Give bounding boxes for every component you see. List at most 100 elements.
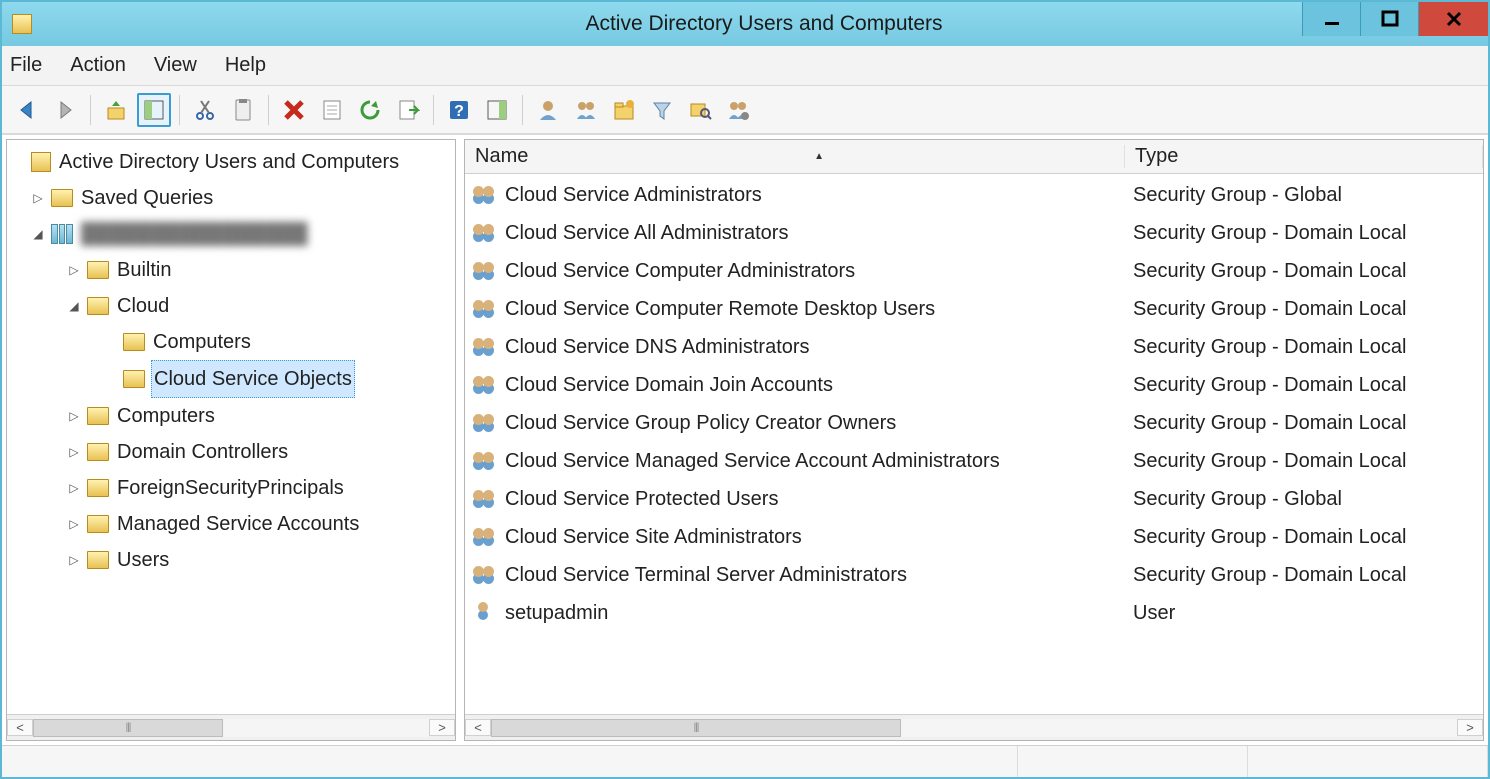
- tree-domain[interactable]: ◢ ████████████████: [11, 216, 451, 252]
- ou-icon: [87, 297, 109, 315]
- list-row[interactable]: Cloud Service Group Policy Creator Owner…: [465, 404, 1483, 442]
- object-name: Cloud Service DNS Administrators: [505, 336, 810, 359]
- object-name: Cloud Service Terminal Server Administra…: [505, 564, 907, 587]
- tree-root[interactable]: Active Directory Users and Computers: [11, 144, 451, 180]
- menu-file[interactable]: File: [10, 54, 42, 77]
- new-user-button[interactable]: [531, 93, 565, 127]
- expand-twisty-icon[interactable]: ▷: [67, 398, 81, 434]
- tree-saved-queries[interactable]: ▷ Saved Queries: [11, 180, 451, 216]
- expand-twisty-icon[interactable]: ▷: [67, 252, 81, 288]
- up-one-level-button[interactable]: [99, 93, 133, 127]
- scroll-left-button[interactable]: <: [7, 719, 33, 736]
- object-type: Security Group - Domain Local: [1133, 526, 1483, 549]
- list-body[interactable]: Cloud Service Administrators Security Gro…: [465, 174, 1483, 714]
- forward-button[interactable]: [48, 93, 82, 127]
- action-pane-button[interactable]: [480, 93, 514, 127]
- status-section-3: [1248, 746, 1488, 777]
- show-hide-tree-button[interactable]: [137, 93, 171, 127]
- tree-item-label: Computers: [115, 398, 217, 434]
- cut-button[interactable]: [188, 93, 222, 127]
- tree-msa[interactable]: ▷ Managed Service Accounts: [11, 506, 451, 542]
- column-header-name[interactable]: Name ▲: [465, 145, 1125, 168]
- aduc-window: Active Directory Users and Computers Fil…: [0, 0, 1490, 779]
- group-icon: [473, 564, 499, 586]
- object-type: Security Group - Domain Local: [1133, 564, 1483, 587]
- tree-cloud-computers[interactable]: Computers: [11, 324, 451, 360]
- filter-button[interactable]: [645, 93, 679, 127]
- new-ou-button[interactable]: [607, 93, 641, 127]
- scroll-track[interactable]: |||: [491, 719, 1457, 737]
- tree-cloud-service-objects[interactable]: Cloud Service Objects: [11, 360, 451, 398]
- new-group-button[interactable]: [569, 93, 603, 127]
- tree-root-label: Active Directory Users and Computers: [57, 144, 401, 180]
- group-icon: [473, 260, 499, 282]
- export-list-button[interactable]: [391, 93, 425, 127]
- tree-item-label: Users: [115, 542, 171, 578]
- delete-button[interactable]: [277, 93, 311, 127]
- expand-twisty-icon[interactable]: ▷: [67, 434, 81, 470]
- object-name: Cloud Service Site Administrators: [505, 526, 802, 549]
- object-name: Cloud Service Administrators: [505, 184, 762, 207]
- aduc-root-icon: [31, 152, 51, 172]
- maximize-button[interactable]: [1360, 2, 1418, 36]
- tree-fsp[interactable]: ▷ ForeignSecurityPrincipals: [11, 470, 451, 506]
- column-label: Type: [1135, 145, 1178, 168]
- object-name: Cloud Service Computer Administrators: [505, 260, 855, 283]
- list-row[interactable]: setupadminUser: [465, 594, 1483, 632]
- tree-item-label: Cloud Service Objects: [151, 360, 355, 398]
- title-bar[interactable]: Active Directory Users and Computers: [2, 2, 1488, 46]
- find-button[interactable]: [683, 93, 717, 127]
- column-header-type[interactable]: Type: [1125, 145, 1483, 168]
- sort-ascending-icon: ▲: [814, 151, 824, 162]
- properties-button[interactable]: [226, 93, 260, 127]
- list-row[interactable]: Cloud Service Computer AdministratorsSec…: [465, 252, 1483, 290]
- tree-hscrollbar[interactable]: < ||| >: [7, 714, 455, 740]
- help-button[interactable]: ?: [442, 93, 476, 127]
- menu-action[interactable]: Action: [70, 54, 126, 77]
- scroll-right-button[interactable]: >: [1457, 719, 1483, 736]
- tree-item-label: Domain Controllers: [115, 434, 290, 470]
- list-row[interactable]: Cloud Service DNS AdministratorsSecurity…: [465, 328, 1483, 366]
- collapse-twisty-icon[interactable]: ◢: [31, 216, 45, 252]
- expand-twisty-icon[interactable]: ▷: [31, 180, 45, 216]
- minimize-button[interactable]: [1302, 2, 1360, 36]
- tree-cloud[interactable]: ◢ Cloud: [11, 288, 451, 324]
- scroll-right-button[interactable]: >: [429, 719, 455, 736]
- tree-domain-controllers[interactable]: ▷ Domain Controllers: [11, 434, 451, 470]
- expand-twisty-icon[interactable]: ▷: [67, 542, 81, 578]
- scroll-left-button[interactable]: <: [465, 719, 491, 736]
- scroll-thumb[interactable]: |||: [33, 719, 223, 737]
- list-hscrollbar[interactable]: < ||| >: [465, 714, 1483, 740]
- object-type: Security Group - Domain Local: [1133, 222, 1483, 245]
- list-row[interactable]: Cloud Service Site Administrators Securit…: [465, 518, 1483, 556]
- expand-twisty-icon[interactable]: ▷: [67, 470, 81, 506]
- tree-builtin[interactable]: ▷ Builtin: [11, 252, 451, 288]
- expand-twisty-icon[interactable]: ▷: [67, 506, 81, 542]
- tree-view[interactable]: Active Directory Users and Computers ▷ S…: [7, 140, 455, 714]
- list-row[interactable]: Cloud Service AdministratorsSecurity Gro…: [465, 176, 1483, 214]
- refresh-button[interactable]: [353, 93, 387, 127]
- close-button[interactable]: [1418, 2, 1488, 36]
- list-row[interactable]: Cloud Service Terminal Server Administra…: [465, 556, 1483, 594]
- list-row[interactable]: Cloud Service Managed Service Account Ad…: [465, 442, 1483, 480]
- list-row[interactable]: Cloud Service Domain Join AccountsSecuri…: [465, 366, 1483, 404]
- menu-bar: File Action View Help: [2, 46, 1488, 86]
- scroll-thumb[interactable]: |||: [491, 719, 901, 737]
- menu-view[interactable]: View: [154, 54, 197, 77]
- back-button[interactable]: [10, 93, 44, 127]
- list-row[interactable]: Cloud Service Computer Remote Desktop Us…: [465, 290, 1483, 328]
- window-buttons: [1302, 2, 1488, 36]
- tree-users[interactable]: ▷ Users: [11, 542, 451, 578]
- scroll-track[interactable]: |||: [33, 719, 429, 737]
- folder-icon: [87, 261, 109, 279]
- menu-help[interactable]: Help: [225, 54, 266, 77]
- tree-computers[interactable]: ▷ Computers: [11, 398, 451, 434]
- object-name: Cloud Service Computer Remote Desktop Us…: [505, 298, 935, 321]
- collapse-twisty-icon[interactable]: ◢: [67, 288, 81, 324]
- property-sheet-button[interactable]: [315, 93, 349, 127]
- add-to-group-button[interactable]: [721, 93, 755, 127]
- tree-item-label: Builtin: [115, 252, 173, 288]
- list-row[interactable]: Cloud Service Protected UsersSecurity Gr…: [465, 480, 1483, 518]
- list-row[interactable]: Cloud Service All AdministratorsSecurity…: [465, 214, 1483, 252]
- tree-domain-label: ████████████████: [79, 216, 310, 252]
